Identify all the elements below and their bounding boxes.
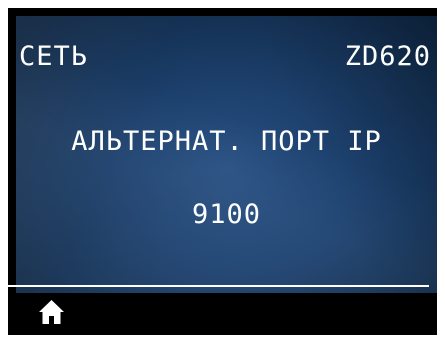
- menu-title: СЕТЬ: [19, 41, 89, 72]
- home-icon[interactable]: [38, 299, 65, 325]
- parameter-label: АЛЬТЕРНАТ. ПОРТ IP: [71, 126, 382, 157]
- printer-model: ZD620: [344, 41, 431, 72]
- display-screen: СЕТЬ ZD620 АЛЬТЕРНАТ. ПОРТ IP 9100: [16, 16, 437, 293]
- footer-divider: [8, 285, 429, 287]
- parameter-value: 9100: [191, 199, 262, 230]
